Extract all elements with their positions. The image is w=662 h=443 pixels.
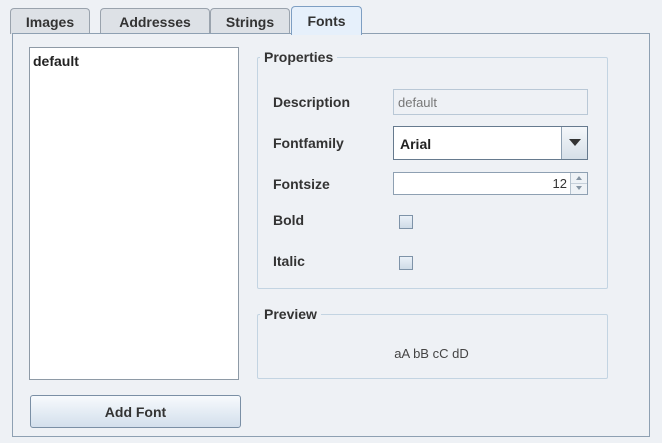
spin-down-button[interactable] — [571, 183, 587, 193]
tab-addresses[interactable]: Addresses — [100, 8, 210, 34]
fontfamily-dropdown-button[interactable] — [561, 127, 587, 159]
tab-addresses-label: Addresses — [119, 13, 191, 30]
bold-label: Bold — [273, 212, 305, 228]
tab-images[interactable]: Images — [10, 8, 90, 34]
tab-fonts-label: Fonts — [307, 13, 346, 29]
font-list[interactable]: default — [29, 47, 239, 380]
fontsize-spinner[interactable]: 12 — [393, 172, 588, 195]
fontsize-label: Fontsize — [273, 176, 330, 192]
add-font-button-label: Add Font — [104, 403, 167, 420]
fontsize-value: 12 — [552, 176, 567, 191]
fontfamily-value: Arial — [400, 136, 432, 152]
description-label: Description — [273, 94, 351, 110]
tab-strings[interactable]: Strings — [210, 8, 290, 34]
fontfamily-label: Fontfamily — [273, 135, 344, 151]
description-field[interactable]: default — [393, 89, 588, 115]
preview-group: Preview — [257, 306, 608, 379]
tab-fonts[interactable]: Fonts — [291, 6, 362, 35]
fontfamily-select[interactable]: Arial — [393, 126, 588, 160]
tab-images-label: Images — [25, 13, 75, 30]
font-list-item[interactable]: default — [30, 48, 238, 69]
arrow-down-icon — [576, 186, 582, 190]
bold-checkbox[interactable] — [399, 215, 413, 229]
italic-label: Italic — [273, 253, 305, 269]
chevron-down-icon — [568, 139, 581, 146]
preview-title: Preview — [264, 306, 317, 322]
properties-group: Properties — [257, 49, 608, 289]
preview-sample-text: aA bB cC dD — [394, 346, 469, 361]
add-font-button[interactable]: Add Font — [30, 395, 241, 428]
fontsize-spinner-buttons — [570, 173, 587, 194]
properties-title: Properties — [264, 49, 334, 65]
italic-checkbox[interactable] — [399, 256, 413, 270]
tab-strings-label: Strings — [225, 13, 275, 30]
arrow-up-icon — [576, 176, 582, 180]
